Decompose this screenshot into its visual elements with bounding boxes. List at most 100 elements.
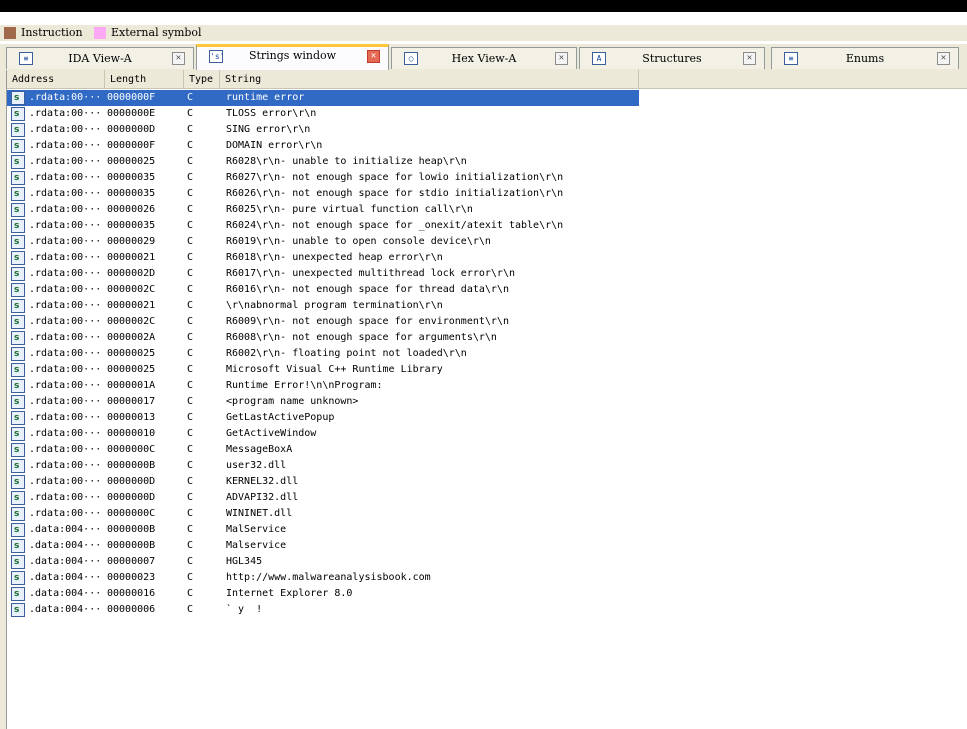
address-cell: .rdata:00··· <box>29 380 102 391</box>
string-icon <box>11 507 25 521</box>
type-cell: C <box>187 364 194 375</box>
table-row[interactable]: .rdata:00··· 0000000C C WININET.dll <box>7 506 639 522</box>
table-row[interactable]: .rdata:00··· 0000000D C ADVAPI32.dll <box>7 490 639 506</box>
string-icon <box>11 155 25 169</box>
tab-ida-view-a[interactable]: ≡ IDA View-A ✕ <box>6 47 194 69</box>
string-icon <box>11 523 25 537</box>
table-row[interactable]: .rdata:00··· 0000000C C MessageBoxA <box>7 442 639 458</box>
table-row[interactable]: .rdata:00··· 00000025 C R6002\r\n- floating… <box>7 346 639 362</box>
string-cell: R6026\r\n- not enough space for stdio in… <box>226 188 564 199</box>
type-cell: C <box>187 300 194 311</box>
type-cell: C <box>187 460 194 471</box>
table-row[interactable]: .rdata:00··· 00000035 C R6024\r\n- not enou… <box>7 218 639 234</box>
address-cell: .data:004··· <box>29 572 102 583</box>
type-cell: C <box>187 540 194 551</box>
table-row[interactable]: .rdata:00··· 0000002C C R6009\r\n- not enou… <box>7 314 639 330</box>
string-icon <box>11 187 25 201</box>
table-row[interactable]: .rdata:00··· 0000002D C R6017\r\n- unexpect… <box>7 266 639 282</box>
string-icon <box>11 123 25 137</box>
type-cell: C <box>187 332 194 343</box>
table-row[interactable]: .rdata:00··· 0000000F C DOMAIN error\r\n <box>7 138 639 154</box>
length-cell: 0000000B <box>107 540 156 551</box>
column-header-string[interactable]: String <box>220 70 639 88</box>
table-row[interactable]: .rdata:00··· 0000002A C R6008\r\n- not enou… <box>7 330 639 346</box>
address-cell: .rdata:00··· <box>29 428 102 439</box>
table-row[interactable]: .data:004··· 0000000B C MalService <box>7 522 639 538</box>
string-icon <box>11 331 25 345</box>
length-cell: 00000016 <box>107 588 156 599</box>
length-cell: 0000002D <box>107 268 156 279</box>
tab-label: Hex View-A <box>451 52 517 65</box>
table-row[interactable]: .rdata:00··· 00000035 C R6027\r\n- not enou… <box>7 170 639 186</box>
string-icon <box>11 571 25 585</box>
table-row[interactable]: .data:004··· 00000016 C Internet Explorer 8… <box>7 586 639 602</box>
string-cell: R6008\r\n- not enough space for argument… <box>226 332 497 343</box>
column-header-type[interactable]: Type <box>184 70 220 88</box>
close-icon[interactable]: ✕ <box>555 52 568 65</box>
length-cell: 00000021 <box>107 300 156 311</box>
close-icon[interactable]: ✕ <box>367 50 380 63</box>
table-row[interactable]: .rdata:00··· 0000000E C TLOSS error\r\n <box>7 106 639 122</box>
close-icon[interactable]: ✕ <box>937 52 950 65</box>
string-icon <box>11 203 25 217</box>
table-row[interactable]: .rdata:00··· 00000021 C \r\nabnormal progra… <box>7 298 639 314</box>
string-icon <box>11 443 25 457</box>
type-cell: C <box>187 348 194 359</box>
address-cell: .rdata:00··· <box>29 156 102 167</box>
string-icon <box>11 315 25 329</box>
type-cell: C <box>187 604 194 615</box>
length-cell: 00000007 <box>107 556 156 567</box>
tab-hex-view-a[interactable]: ○ Hex View-A ✕ <box>391 47 577 69</box>
address-cell: .rdata:00··· <box>29 364 102 375</box>
table-row[interactable]: .data:004··· 0000000B C Malservice <box>7 538 639 554</box>
close-icon[interactable]: ✕ <box>172 52 185 65</box>
tab-label: Strings window <box>248 49 337 62</box>
table-body: .rdata:00··· 0000000F Cruntime error .rdat… <box>7 90 967 618</box>
type-cell: C <box>187 396 194 407</box>
table-row[interactable]: .rdata:00··· 00000025 C Microsoft Visual C+… <box>7 362 639 378</box>
table-row[interactable]: .rdata:00··· 00000013 C GetLastActivePopup <box>7 410 639 426</box>
tab-enums[interactable]: ≡ Enums ✕ <box>771 47 959 69</box>
table-row[interactable]: .rdata:00··· 00000029 C R6019\r\n- unable t… <box>7 234 639 250</box>
length-cell: 0000000B <box>107 460 156 471</box>
table-row[interactable]: .rdata:00··· 00000026 C R6025\r\n- pure vir… <box>7 202 639 218</box>
table-row[interactable]: .rdata:00··· 00000017 C <program name unkno… <box>7 394 639 410</box>
tab-structures[interactable]: A Structures ✕ <box>579 47 765 69</box>
table-row[interactable]: .rdata:00··· 00000010 C GetActiveWindow <box>7 426 639 442</box>
legend-label: External symbol <box>111 26 202 39</box>
tab-strings-window[interactable]: 's' Strings window ✕ <box>196 44 389 70</box>
length-cell: 00000025 <box>107 364 156 375</box>
table-row[interactable]: .data:004··· 00000023 Chttp://www.malwarea… <box>7 570 639 586</box>
table-row[interactable]: .rdata:00··· 0000000B Cuser32.dll <box>7 458 639 474</box>
table-row[interactable]: .data:004··· 00000006 C ` y ! <box>7 602 639 618</box>
table-row[interactable]: .rdata:00··· 0000001A C Runtime Error!\n\nP… <box>7 378 639 394</box>
address-cell: .rdata:00··· <box>29 252 102 263</box>
string-icon <box>11 347 25 361</box>
string-cell: SING error\r\n <box>226 124 311 135</box>
column-header-address[interactable]: Address <box>7 70 105 88</box>
address-cell: .rdata:00··· <box>29 220 102 231</box>
address-cell: .rdata:00··· <box>29 204 102 215</box>
string-icon <box>11 411 25 425</box>
table-row[interactable]: .rdata:00··· 00000021 C R6018\r\n- unexpect… <box>7 250 639 266</box>
table-row[interactable]: .data:004··· 00000007 C HGL345 <box>7 554 639 570</box>
address-cell: .rdata:00··· <box>29 284 102 295</box>
table-row[interactable]: .rdata:00··· 0000000F Cruntime error <box>7 90 639 106</box>
table-row[interactable]: .rdata:00··· 00000025 C R6028\r\n- unable t… <box>7 154 639 170</box>
table-row[interactable]: .rdata:00··· 0000002C C R6016\r\n- not enou… <box>7 282 639 298</box>
string-icon <box>11 587 25 601</box>
external-symbol-swatch <box>94 27 106 39</box>
length-cell: 00000006 <box>107 604 156 615</box>
string-cell: ` y ! <box>226 604 263 615</box>
table-row[interactable]: .rdata:00··· 0000000D C SING error\r\n <box>7 122 639 138</box>
string-cell: Internet Explorer 8.0 <box>226 588 353 599</box>
string-cell: R6002\r\n- floating point not loaded\r\n <box>226 348 467 359</box>
column-header-length[interactable]: Length <box>105 70 184 88</box>
string-icon <box>11 139 25 153</box>
close-icon[interactable]: ✕ <box>743 52 756 65</box>
table-row[interactable]: .rdata:00··· 0000000D C KERNEL32.dll <box>7 474 639 490</box>
table-row[interactable]: .rdata:00··· 00000035 C R6026\r\n- not enou… <box>7 186 639 202</box>
string-cell: TLOSS error\r\n <box>226 108 317 119</box>
string-cell: user32.dll <box>226 460 287 471</box>
type-cell: C <box>187 236 194 247</box>
